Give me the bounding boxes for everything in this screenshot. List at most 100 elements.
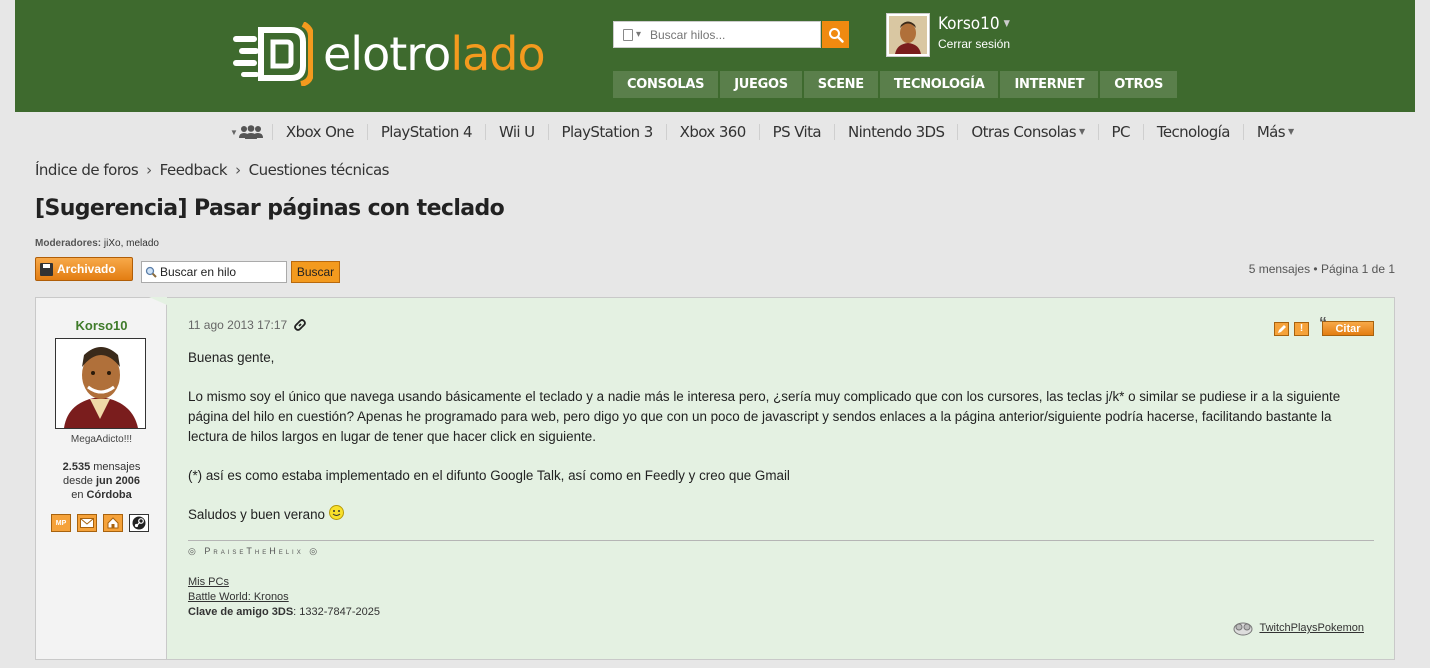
site-logo[interactable]: elotrolado [233,22,546,86]
subnav-wii-u[interactable]: Wii U [486,124,549,140]
plug-logo-icon [233,22,313,86]
panel-notch [149,297,167,305]
author-location: Córdoba [86,489,132,501]
search-scope-select[interactable]: ▾ [614,22,650,47]
subnav-playstation-3[interactable]: PlayStation 3 [549,124,667,140]
logo-white-text: elotro [323,27,451,81]
subnav-ps-vita[interactable]: PS Vita [760,124,835,140]
subnav-xbox-360[interactable]: Xbox 360 [667,124,760,140]
main-nav-juegos[interactable]: JUEGOS [720,71,802,98]
main-nav-consolas[interactable]: CONSOLAS [613,71,719,98]
member-since: jun 2006 [96,475,141,487]
user-name-label: Korso10 [938,14,1000,34]
page-title: [Sugerencia] Pasar páginas con teclado [35,196,505,221]
smiley-icon [328,505,344,520]
chevron-down-icon: ▼ [1078,127,1085,137]
main-nav-internet[interactable]: INTERNET [1000,71,1099,98]
global-search-button[interactable] [822,21,849,48]
post-author-rank: MegaAdicto!!! [70,434,133,445]
breadcrumb-separator: › [235,161,241,179]
private-message-button[interactable]: MP [51,514,71,532]
twitch-plays-pokemon-link[interactable]: TwitchPlaysPokemon [1232,620,1364,636]
chevron-down-icon: ▾ [635,29,642,40]
document-icon [622,28,633,41]
logout-link[interactable]: Cerrar sesión [938,37,1010,51]
email-button[interactable] [77,514,97,532]
platform-nav: ▼ Xbox One PlayStation 4 Wii U PlayStati… [225,117,1307,147]
subnav-mas[interactable]: Más ▼ [1244,124,1307,141]
main-nav-tecnologia[interactable]: TECNOLOGÍA [879,71,999,98]
post-paragraph-closing: Saludos y buen verano [188,505,1373,525]
thread-search-button[interactable]: Buscar [291,261,340,283]
breadcrumb: Índice de foros › Feedback › Cuestiones … [35,161,389,179]
signature-link-pcs[interactable]: Mis PCs [188,576,229,588]
subnav-mas-label: Más [1256,122,1286,141]
twitch-link-label: TwitchPlaysPokemon [1259,622,1364,634]
search-in-thread [141,261,287,283]
archived-badge: Archivado [35,257,133,281]
global-search-input[interactable] [650,22,820,47]
pagination-info: 5 mensajes • Página 1 de 1 [1248,262,1395,276]
main-nav-scene[interactable]: SCENE [803,71,878,98]
breadcrumb-technical[interactable]: Cuestiones técnicas [249,161,390,179]
search-icon [828,27,844,43]
main-nav-otros[interactable]: OTROS [1100,71,1178,98]
author-contact-icons: MP [51,514,149,532]
chevron-down-icon: ▼ [1288,127,1294,137]
permalink-icon[interactable] [293,318,307,332]
pokemon-sprite-icon [1233,622,1253,636]
helix-icon: ◎ [309,546,321,556]
pencil-icon [1277,324,1286,333]
steam-icon [132,516,146,530]
post-author-avatar[interactable] [55,338,146,429]
main-nav: CONSOLAS JUEGOS SCENE TECNOLOGÍA INTERNE… [613,71,1178,98]
report-post-button[interactable]: ! [1294,321,1309,336]
avatar-image [889,16,927,54]
messages-count: 2.535 [62,461,91,473]
community-menu[interactable]: ▼ [225,124,273,140]
logo-wordmark: elotrolado [323,31,546,77]
signature-helix: ◎ PraiseTheHelix ◎ [188,546,1374,557]
user-menu[interactable]: Korso10 ▼ [938,14,1010,34]
website-button[interactable] [103,514,123,532]
user-avatar[interactable] [886,13,930,57]
breadcrumb-separator: › [146,161,152,179]
subnav-xbox-one[interactable]: Xbox One [273,124,368,140]
exclamation-icon: ! [1299,323,1304,334]
post-author-name[interactable]: Korso10 [36,318,167,333]
logo-orange-text: lado [450,27,545,81]
thread-search-box: ▾ [613,21,821,48]
floppy-disk-icon [40,262,53,276]
subnav-tecnologia[interactable]: Tecnología [1144,124,1244,140]
quote-button[interactable]: Citar [1319,315,1374,336]
signature-link-battle-world[interactable]: Battle World: Kronos [188,591,289,603]
subnav-nintendo-3ds[interactable]: Nintendo 3DS [835,124,959,140]
helix-icon: ◎ [188,546,199,556]
subnav-otras-consolas[interactable]: Otras Consolas ▼ [958,122,1099,141]
moderators-line: Moderadores: jiXo, melado [35,238,159,249]
subnav-pc[interactable]: PC [1099,124,1144,140]
post-signature: ◎ PraiseTheHelix ◎ Mis PCs Battle World:… [188,540,1374,620]
envelope-icon [80,518,94,528]
messages-label: mensajes [93,461,141,473]
signature-helix-text: PraiseTheHelix [204,546,304,556]
breadcrumb-feedback[interactable]: Feedback [160,161,228,179]
friend-code: 1332-7847-2025 [299,606,381,618]
post-closing-text: Saludos y buen verano [188,507,325,522]
post-paragraph: Buenas gente, [188,350,275,365]
subnav-otras-consolas-label: Otras Consolas [971,122,1076,141]
edit-post-button[interactable] [1274,321,1289,336]
chevron-down-icon: ▼ [1003,19,1010,29]
post-paragraph: (*) así es como estaba implementado en e… [188,468,790,483]
post-date: 11 ago 2013 17:17 [188,318,307,332]
breadcrumb-forum-index[interactable]: Índice de foros [35,161,139,179]
magnifier-icon [145,266,157,278]
chevron-down-icon: ▼ [230,127,238,137]
post-tools: ! Citar [1274,315,1374,336]
subnav-playstation-4[interactable]: PlayStation 4 [368,124,486,140]
archived-label: Archivado [57,262,116,276]
post-paragraph: Lo mismo soy el único que navega usando … [188,389,1341,444]
thread-search-input[interactable] [160,265,280,279]
steam-button[interactable] [129,514,149,532]
moderators-list[interactable]: jiXo, melado [104,238,159,249]
